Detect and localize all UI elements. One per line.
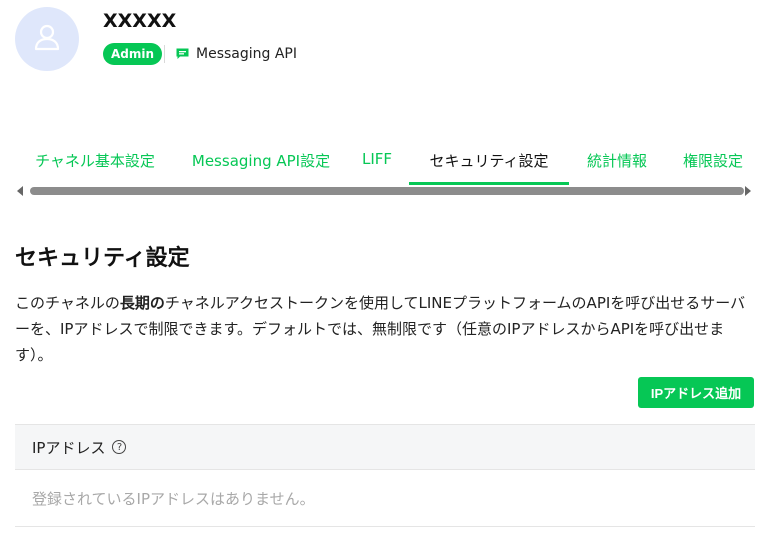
scrollbar-thumb[interactable] — [30, 187, 744, 195]
scroll-right-arrow-icon[interactable] — [743, 186, 753, 196]
tab-channel-basic-settings[interactable]: チャネル基本設定 — [31, 145, 159, 185]
chat-bubble-icon — [176, 45, 189, 64]
tab-messaging-api-settings[interactable]: Messaging API設定 — [191, 145, 331, 185]
user-icon — [34, 23, 60, 55]
help-icon[interactable]: ? — [112, 440, 127, 454]
channel-avatar — [15, 7, 79, 71]
page-title: セキュリティ設定 — [15, 246, 190, 271]
ip-address-column-label: IPアドレス — [32, 438, 106, 457]
ip-address-table: IPアドレス ? 登録されているIPアドレスはありません。 — [15, 424, 755, 527]
table-empty-row: 登録されているIPアドレスはありません。 — [15, 470, 755, 527]
channel-type: Messaging API — [176, 44, 297, 64]
role-badge: Admin — [103, 43, 163, 65]
tab-statistics[interactable]: 統計情報 — [583, 145, 651, 185]
channel-type-label: Messaging API — [196, 46, 297, 62]
empty-state-message: 登録されているIPアドレスはありません。 — [32, 489, 315, 508]
channel-header: XXXXX Admin Messaging API — [15, 7, 755, 73]
description-bold: 長期の — [119, 294, 165, 312]
table-header: IPアドレス ? — [15, 424, 755, 470]
channel-name: XXXXX — [103, 10, 177, 32]
page-description: このチャネルの長期のチャネルアクセストークンを使用してLINEプラットフォームの… — [15, 290, 755, 368]
channel-tabs: チャネル基本設定 Messaging API設定 LIFF セキュリティ設定 統… — [15, 145, 755, 185]
scroll-left-arrow-icon[interactable] — [15, 186, 25, 196]
tab-liff[interactable]: LIFF — [359, 145, 395, 185]
tab-security-settings[interactable]: セキュリティ設定 — [409, 145, 569, 185]
tab-permission-settings[interactable]: 権限設定 — [679, 145, 747, 185]
header-divider — [164, 45, 165, 63]
tabs-scrollbar[interactable] — [15, 184, 755, 198]
description-prefix: このチャネルの — [15, 294, 120, 312]
add-ip-address-button[interactable]: IPアドレス追加 — [638, 377, 754, 408]
